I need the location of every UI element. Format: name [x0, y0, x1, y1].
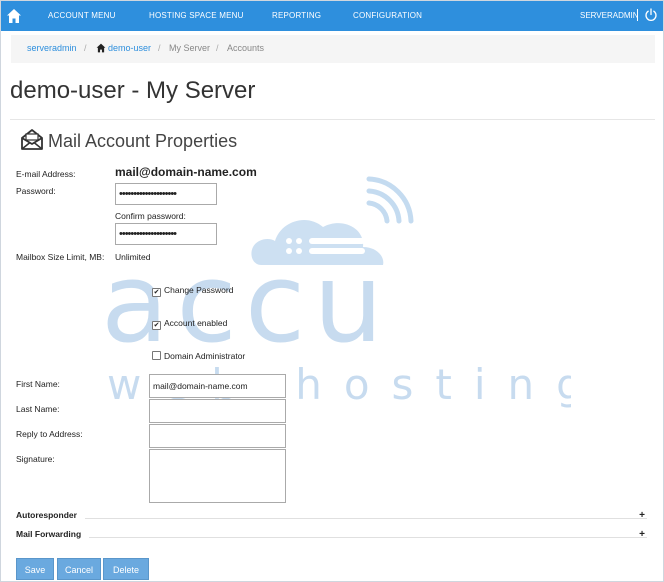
breadcrumb-serveradmin[interactable]: serveradmin	[27, 43, 77, 53]
last-name-input[interactable]	[149, 399, 286, 423]
last-name-label: Last Name:	[16, 404, 60, 414]
reply-to-input[interactable]	[149, 424, 286, 448]
breadcrumb-separator: /	[216, 43, 219, 53]
expand-icon[interactable]: +	[639, 529, 645, 540]
breadcrumb-separator: /	[158, 43, 161, 53]
signature-label: Signature:	[16, 454, 55, 464]
confirm-password-input[interactable]: ••••••••••••••••••••	[115, 223, 217, 245]
account-enabled-label: Account enabled	[164, 318, 228, 328]
first-name-input[interactable]: mail@domain-name.com	[149, 374, 286, 398]
expand-icon[interactable]: +	[639, 510, 645, 521]
first-name-label: First Name:	[16, 379, 60, 389]
password-input[interactable]: ••••••••••••••••••••	[115, 183, 217, 205]
app-frame: ACCOUNT MENU HOSTING SPACE MENU REPORTIN…	[0, 0, 664, 582]
breadcrumb-accounts: Accounts	[227, 43, 265, 53]
home-icon	[96, 43, 106, 53]
mail-icon	[21, 129, 43, 150]
mail-forwarding-label: Mail Forwarding	[16, 529, 82, 539]
confirm-password-label: Confirm password:	[115, 211, 186, 221]
email-label: E-mail Address:	[16, 169, 76, 179]
domain-administrator-checkbox[interactable]: Domain Administrator	[152, 351, 245, 361]
page-title: demo-user - My Server	[10, 77, 256, 104]
change-password-checkbox[interactable]: ✔ Change Password	[152, 285, 233, 297]
nav-divider	[637, 9, 638, 21]
divider	[10, 119, 655, 120]
nav-hosting-space-menu[interactable]: HOSTING SPACE MENU	[149, 11, 244, 20]
save-button[interactable]: Save	[16, 558, 54, 580]
cancel-button[interactable]: Cancel	[57, 558, 101, 580]
signature-textarea[interactable]	[149, 449, 286, 503]
nav-configuration[interactable]: CONFIGURATION	[353, 11, 422, 20]
breadcrumb-my-server: My Server	[169, 43, 211, 53]
checkbox-icon[interactable]	[152, 351, 161, 360]
autoresponder-label: Autoresponder	[16, 510, 77, 520]
reply-to-label: Reply to Address:	[16, 429, 83, 439]
account-enabled-checkbox[interactable]: ✔ Account enabled	[152, 318, 227, 330]
user-menu[interactable]: SERVERADMIN	[580, 11, 639, 20]
password-label: Password:	[16, 186, 56, 196]
domain-administrator-label: Domain Administrator	[164, 351, 246, 361]
delete-button[interactable]: Delete	[103, 558, 149, 580]
power-icon[interactable]	[644, 8, 658, 22]
section-title: Mail Account Properties	[48, 131, 238, 151]
breadcrumb-demo-user[interactable]: demo-user	[108, 43, 151, 53]
breadcrumb-separator: /	[84, 43, 87, 53]
change-password-label: Change Password	[164, 285, 234, 295]
checkbox-icon[interactable]: ✔	[152, 288, 161, 297]
nav-reporting[interactable]: REPORTING	[272, 11, 321, 20]
mailbox-size-value: Unlimited	[115, 252, 151, 262]
section-divider	[89, 537, 647, 538]
home-icon[interactable]	[6, 8, 22, 24]
checkbox-icon[interactable]: ✔	[152, 321, 161, 330]
mailbox-size-label: Mailbox Size Limit, MB:	[16, 252, 105, 262]
breadcrumb: serveradmin / demo-user / My Server / Ac…	[11, 35, 655, 63]
nav-account-menu[interactable]: ACCOUNT MENU	[48, 11, 116, 20]
email-value: mail@domain-name.com	[115, 165, 257, 179]
section-divider	[85, 518, 647, 519]
top-nav: ACCOUNT MENU HOSTING SPACE MENU REPORTIN…	[1, 1, 663, 31]
